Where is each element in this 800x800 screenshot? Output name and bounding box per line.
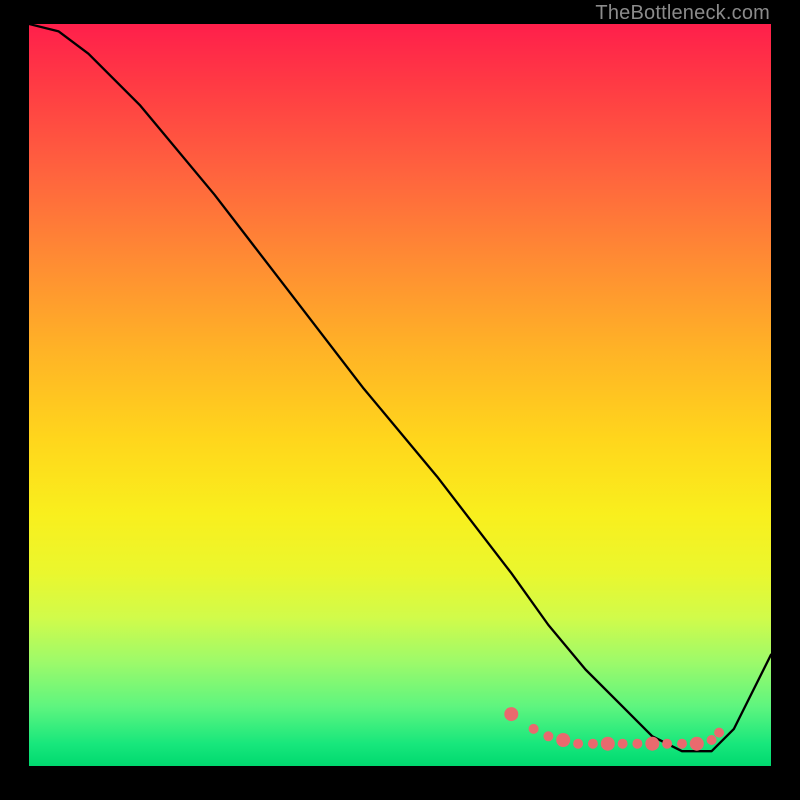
- chart-svg: [29, 24, 771, 766]
- marker-dot: [632, 739, 642, 749]
- marker-dot: [690, 737, 704, 751]
- marker-dot: [573, 739, 583, 749]
- marker-dot: [618, 739, 628, 749]
- marker-dot: [529, 724, 539, 734]
- watermark-label: TheBottleneck.com: [595, 2, 770, 25]
- marker-dot: [588, 739, 598, 749]
- line-series: [29, 24, 771, 751]
- marker-dot: [601, 737, 615, 751]
- marker-dot: [543, 731, 553, 741]
- marker-dot: [714, 728, 724, 738]
- marker-dot: [662, 739, 672, 749]
- chart-container: TheBottleneck.com: [0, 0, 800, 800]
- marker-dot: [556, 733, 570, 747]
- marker-dot: [677, 739, 687, 749]
- marker-dots: [504, 707, 724, 751]
- plot-area: [29, 24, 771, 766]
- marker-dot: [707, 735, 717, 745]
- marker-dot: [504, 707, 518, 721]
- marker-dot: [645, 737, 659, 751]
